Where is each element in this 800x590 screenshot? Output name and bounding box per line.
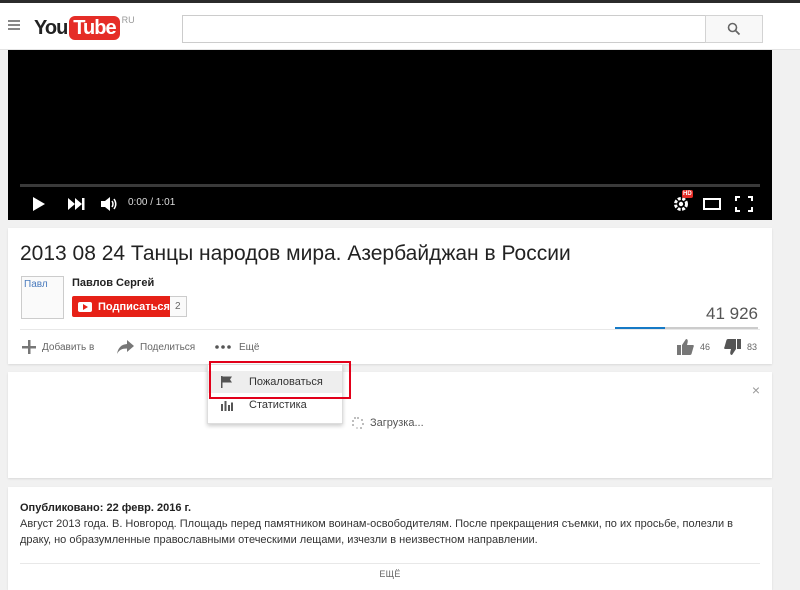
avatar-alt-text: Павл — [24, 279, 48, 290]
progress-bar[interactable] — [20, 184, 760, 187]
spinner-icon — [352, 417, 364, 429]
thumbs-down-icon — [724, 339, 741, 355]
fullscreen-button[interactable] — [733, 193, 755, 215]
volume-icon — [101, 197, 117, 211]
channel-name-link[interactable]: Павлов Сергей — [72, 277, 154, 289]
logo-tube-text: Tube — [69, 16, 120, 40]
youtube-logo[interactable]: You Tube RU — [34, 13, 135, 43]
search-button[interactable] — [705, 15, 763, 43]
description-card: Опубликовано: 22 февр. 2016 г. Август 20… — [8, 487, 772, 590]
add-to-button[interactable]: Добавить в — [22, 338, 94, 356]
search-icon — [727, 22, 741, 36]
menu-item-report-label: Пожаловаться — [249, 376, 323, 388]
share-label: Поделиться — [140, 341, 196, 353]
dislike-button[interactable]: 83 — [724, 338, 757, 356]
hd-badge: HD — [682, 190, 693, 198]
show-more-button[interactable]: ЕЩЁ — [8, 569, 772, 579]
description-divider — [20, 563, 760, 564]
theater-mode-button[interactable] — [701, 193, 723, 215]
masthead: You Tube RU — [0, 3, 800, 50]
subscribe-label: Подписаться — [98, 300, 170, 313]
action-panel: × Загрузка... — [8, 372, 772, 478]
more-actions-menu: Пожаловаться Статистика — [207, 364, 343, 424]
like-button[interactable]: 46 — [677, 338, 710, 356]
flag-icon — [221, 376, 232, 388]
loading-text: Загрузка... — [370, 417, 424, 429]
subscribe-button[interactable]: Подписаться — [72, 296, 177, 317]
loading-indicator: Загрузка... — [352, 417, 424, 429]
logo-you-text: You — [34, 17, 68, 39]
time-display: 0:00 / 1:01 — [128, 197, 176, 208]
more-dots-icon — [215, 345, 231, 349]
publish-date: Опубликовано: 22 февр. 2016 г. — [20, 502, 192, 514]
more-actions-button[interactable]: Ещё — [215, 338, 259, 356]
menu-item-report[interactable]: Пожаловаться — [208, 371, 342, 393]
play-icon — [33, 197, 45, 211]
logo-region-label: RU — [121, 15, 135, 25]
menu-item-statistics[interactable]: Статистика — [208, 394, 342, 416]
thumbs-up-icon — [677, 339, 694, 355]
youtube-play-icon — [78, 301, 92, 312]
info-divider — [20, 329, 760, 330]
theater-icon — [703, 198, 721, 210]
video-info-card: 2013 08 24 Танцы народов мира. Азербайдж… — [8, 228, 772, 364]
fullscreen-icon — [735, 196, 753, 212]
share-button[interactable]: Поделиться — [117, 338, 195, 356]
more-actions-label: Ещё — [239, 341, 260, 353]
menu-item-statistics-label: Статистика — [249, 399, 307, 411]
dislike-count: 83 — [747, 342, 758, 352]
next-icon — [68, 198, 85, 210]
volume-button[interactable] — [98, 193, 120, 215]
hamburger-menu-icon[interactable] — [8, 20, 20, 30]
subscriber-count: 2 — [170, 296, 187, 317]
video-title: 2013 08 24 Танцы народов мира. Азербайдж… — [20, 242, 571, 265]
view-count: 41 926 — [706, 304, 758, 323]
add-to-label: Добавить в — [42, 341, 95, 353]
next-button[interactable] — [65, 193, 87, 215]
plus-icon — [22, 340, 36, 354]
stats-icon — [221, 401, 233, 411]
play-button[interactable] — [30, 193, 48, 215]
search-input[interactable] — [182, 15, 706, 43]
close-icon[interactable]: × — [752, 382, 760, 398]
settings-button[interactable]: HD — [670, 190, 693, 215]
channel-avatar[interactable]: Павл — [21, 276, 64, 319]
like-count: 46 — [700, 342, 711, 352]
share-icon — [117, 340, 134, 354]
video-player[interactable]: 0:00 / 1:01 HD — [8, 50, 772, 220]
description-text: Август 2013 года. В. Новгород. Площадь п… — [20, 518, 733, 546]
